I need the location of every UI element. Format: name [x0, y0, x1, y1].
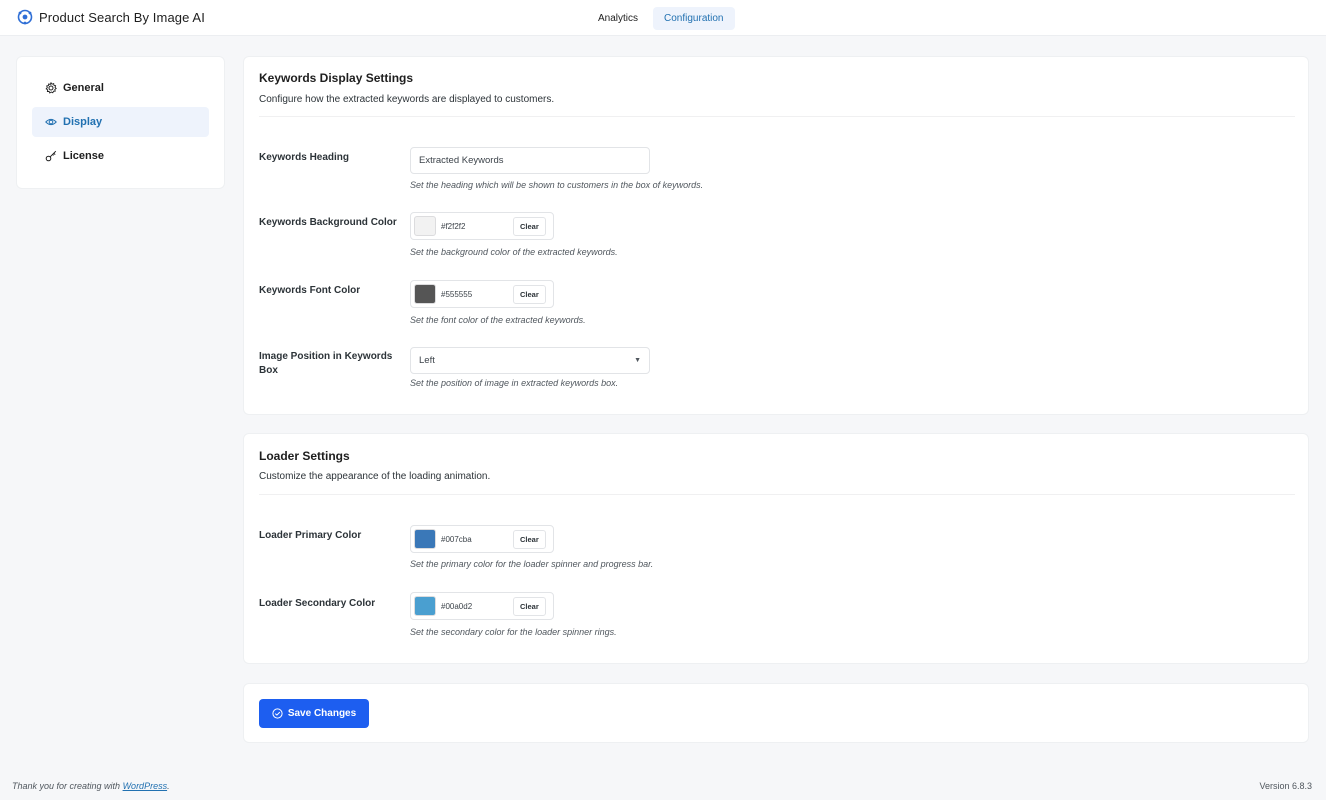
ai-logo-icon	[17, 9, 33, 25]
color-hex-value[interactable]: #00a0d2	[441, 602, 513, 611]
footer-thanks: Thank you for creating with WordPress.	[12, 781, 170, 791]
panel-description: Configure how the extracted keywords are…	[259, 94, 555, 105]
loader-settings-panel: Loader Settings Customize the appearance…	[243, 433, 1309, 664]
color-hex-value[interactable]: #f2f2f2	[441, 222, 513, 231]
sidebar-item-license[interactable]: License	[32, 141, 209, 171]
gear-icon	[45, 82, 57, 94]
tab-analytics[interactable]: Analytics	[587, 7, 649, 30]
panel-title: Keywords Display Settings	[259, 71, 414, 85]
settings-sidebar: General Display License	[16, 56, 225, 189]
sidebar-item-label: License	[63, 150, 104, 162]
save-changes-label: Save Changes	[287, 708, 357, 719]
keywords-font-color-help: Set the font color of the extracted keyw…	[410, 315, 586, 325]
sidebar-item-label: General	[63, 82, 104, 94]
sidebar-item-general[interactable]: General	[32, 73, 209, 103]
color-swatch[interactable]	[414, 284, 436, 304]
keywords-heading-input[interactable]	[410, 147, 650, 174]
loader-secondary-color-picker: #00a0d2 Clear	[410, 592, 554, 620]
actions-panel: Save Changes	[243, 683, 1309, 743]
image-position-select[interactable]: Left ▼	[410, 347, 650, 374]
clear-button[interactable]: Clear	[513, 216, 546, 236]
clear-button[interactable]: Clear	[513, 596, 546, 616]
divider	[259, 116, 1295, 117]
chevron-down-icon: ▼	[634, 357, 641, 364]
loader-primary-color-help: Set the primary color for the loader spi…	[410, 559, 654, 569]
brand: Product Search By Image AI	[17, 9, 205, 25]
sidebar-item-label: Display	[63, 116, 103, 128]
image-position-label: Image Position in Keywords Box	[259, 351, 393, 376]
image-position-help: Set the position of image in extracted k…	[410, 378, 619, 388]
loader-secondary-color-help: Set the secondary color for the loader s…	[410, 627, 617, 637]
wordpress-link[interactable]: WordPress	[123, 781, 168, 791]
color-swatch[interactable]	[414, 216, 436, 236]
keywords-settings-panel: Keywords Display Settings Configure how …	[243, 56, 1309, 415]
image-position-value: Left	[419, 355, 435, 366]
sidebar-item-display[interactable]: Display	[32, 107, 209, 137]
panel-description: Customize the appearance of the loading …	[259, 471, 491, 482]
check-circle-icon	[272, 708, 283, 719]
loader-secondary-color-label: Loader Secondary Color	[259, 598, 376, 609]
top-bar: Product Search By Image AI Analytics Con…	[0, 0, 1326, 36]
divider	[259, 494, 1295, 495]
tab-configuration[interactable]: Configuration	[653, 7, 735, 30]
keywords-heading-label: Keywords Heading	[259, 152, 350, 163]
keywords-heading-help: Set the heading which will be shown to c…	[410, 180, 704, 190]
keywords-bg-color-help: Set the background color of the extracte…	[410, 247, 618, 257]
app-title: Product Search By Image AI	[39, 9, 205, 25]
color-swatch[interactable]	[414, 596, 436, 616]
keywords-font-color-label: Keywords Font Color	[259, 285, 361, 296]
top-tabs: Analytics Configuration	[587, 7, 735, 30]
key-icon	[45, 150, 57, 162]
panel-title: Loader Settings	[259, 449, 350, 463]
color-hex-value[interactable]: #555555	[441, 290, 513, 299]
loader-primary-color-picker: #007cba Clear	[410, 525, 554, 553]
loader-primary-color-label: Loader Primary Color	[259, 530, 362, 541]
footer-thanks-prefix: Thank you for creating with	[12, 781, 123, 791]
save-changes-button[interactable]: Save Changes	[259, 699, 369, 728]
clear-button[interactable]: Clear	[513, 284, 546, 304]
clear-button[interactable]: Clear	[513, 529, 546, 549]
color-hex-value[interactable]: #007cba	[441, 535, 513, 544]
footer-version: Version 6.8.3	[1259, 781, 1312, 791]
keywords-bg-color-picker: #f2f2f2 Clear	[410, 212, 554, 240]
color-swatch[interactable]	[414, 529, 436, 549]
eye-icon	[45, 118, 57, 126]
keywords-bg-color-label: Keywords Background Color	[259, 217, 397, 228]
footer-thanks-suffix: .	[167, 781, 170, 791]
keywords-font-color-picker: #555555 Clear	[410, 280, 554, 308]
